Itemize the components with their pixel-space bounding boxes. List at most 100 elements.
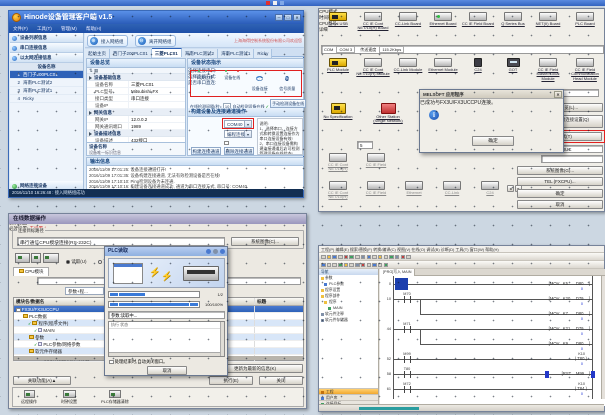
pager-left-button[interactable]: ◂ [507, 185, 514, 192]
toolbar-icon[interactable] [367, 255, 372, 260]
coex-route-ccie-cont[interactable]: CC IE Cont NET/10(H) [321, 181, 355, 200]
auto-close-option[interactable]: 处理结束时,自动关闭窗口。 [109, 359, 167, 365]
ok-button[interactable]: 确定 [517, 189, 603, 198]
mov-instruction[interactable]: MOVK20D79 [549, 296, 590, 301]
minimize-icon[interactable] [206, 249, 211, 254]
coex-route-ccie-field[interactable]: CC IE Field [359, 181, 393, 195]
property-row[interactable]: 网关IP12.0.0.2 [87, 116, 185, 123]
device-row[interactable]: 3海南PLC测试1 [10, 87, 83, 95]
pc-if-ccie-field-board[interactable]: CC IE Field Board [461, 12, 495, 26]
pc-if-plc-board[interactable]: PLC Board [568, 12, 602, 26]
ladder-rung[interactable]: 61 M72 K10 T84 0 [380, 382, 601, 397]
dialog-ok-button[interactable]: 确定 [472, 136, 514, 146]
toolbar-icon[interactable] [389, 255, 394, 260]
menu-bar[interactable]: 工程(P) 编辑(E) 搜索/替换(F) 转换/编译(C) 视图(V) 在线(O… [319, 246, 604, 253]
close-icon[interactable] [220, 249, 225, 254]
contact-symbol[interactable]: T80 [400, 367, 414, 382]
vertical-scrollbar[interactable] [601, 276, 605, 399]
checkbox[interactable] [16, 308, 21, 313]
sidebar-section-device-list[interactable]: 设备列表信息 [10, 33, 83, 43]
toolbar-icon[interactable] [372, 255, 377, 260]
maximize-icon[interactable] [273, 1, 277, 5]
join-network-button[interactable]: ⊕接入网络组 [87, 35, 128, 47]
maximize-button[interactable]: □ [284, 14, 292, 21]
toolbar-icon[interactable] [332, 263, 337, 268]
toolbar-icon[interactable] [378, 263, 383, 268]
toolbar-icon[interactable] [332, 255, 337, 260]
toolbar-icon[interactable] [321, 263, 326, 268]
com-value-field[interactable]: COM 3 [336, 46, 355, 53]
ladder-rung[interactable]: 10 M70 MOVK20D79 0 [380, 292, 601, 307]
coex-route-ethernet[interactable]: Ethernet [397, 181, 431, 195]
clock-setting-item[interactable]: 时钟设置 [61, 390, 77, 405]
plc-if-ccie-field-master[interactable]: CC IE Field Master/Local Module [531, 58, 565, 81]
dialog-titlebar[interactable]: PLC读取 [105, 247, 227, 256]
sidebar-section-serial[interactable]: 串口连接信息 [10, 43, 83, 53]
plc-if-ccie-field-head[interactable]: CC IE Field Communication Head Module [568, 58, 602, 81]
toolbar-icon[interactable] [355, 255, 360, 260]
speed-value-field[interactable]: 115.2Kbps [379, 46, 404, 53]
system-image-button[interactable]: 系统图像(G)... [517, 166, 603, 175]
plc-memory-clear-item[interactable]: PLC存储器清除 [101, 390, 129, 405]
toolbar-icon[interactable] [327, 263, 332, 268]
system-image-button[interactable]: 系统图像(C)... [231, 237, 299, 246]
toolbar-icon[interactable] [406, 255, 411, 260]
property-group[interactable]: 网关信息 [87, 109, 185, 116]
ladder-rung[interactable]: 44 M71 MOVK21D79 0 [380, 322, 601, 337]
ladder-branch[interactable]: MOVK7D80 0 [380, 307, 601, 322]
cancel-button[interactable]: 取消 [517, 200, 603, 209]
pc-if-net2-board[interactable]: NET(II) Board [531, 12, 565, 26]
mov-instruction[interactable]: MOVK9D80 [549, 341, 590, 346]
ladder-canvas[interactable]: 0 MOVK5D80 0 10 M70 MOVK20D79 0 MOVK7D80… [380, 276, 601, 399]
output-log-body[interactable]: 2016/11/09 17:01:25: 设备连接通道打开! 2016/11/0… [87, 166, 303, 191]
horizontal-scrollbar[interactable] [109, 352, 220, 356]
toolbar-icon[interactable] [355, 263, 360, 268]
station-no-specification[interactable]: No Specification [321, 103, 355, 119]
timer-coil[interactable]: T84 [575, 386, 587, 391]
pc-if-cclink-board[interactable]: CC-Link Board [391, 12, 425, 26]
contact-symbol[interactable]: M72 [400, 382, 414, 397]
tab-device-2-active[interactable]: 三菱PLC01 [152, 48, 182, 57]
window-titlebar[interactable]: Hinode设备管理客户端 v1.5 [9, 11, 303, 24]
property-row[interactable]: 接口类型串口连接 [87, 95, 185, 102]
mov-instruction[interactable]: MOVK5D80 [549, 281, 590, 286]
coex-route-cclink[interactable]: CC-Link [435, 181, 469, 195]
tel-fxcpu-button[interactable]: TEL (FXCPU)... [517, 177, 603, 186]
menu-file[interactable]: 文件(F) [13, 26, 28, 31]
timer-coil[interactable]: T80 [575, 356, 587, 361]
route-ccie-cont[interactable]: CC IE Cont NET/10(H) [321, 153, 355, 172]
pc-if-q-series-bus[interactable]: Q Series Bus [496, 12, 530, 26]
menu-help[interactable]: 帮助(H) [86, 26, 101, 31]
coex-route-c24[interactable]: C24 [473, 181, 507, 195]
toolbar-icon[interactable] [367, 263, 372, 268]
toolbar-icon[interactable] [361, 263, 366, 268]
ladder-cursor-cell[interactable] [395, 278, 408, 290]
minimize-button[interactable]: ─ [275, 14, 283, 21]
close-button[interactable]: ✕ [293, 14, 301, 21]
minimize-icon[interactable] [280, 1, 284, 5]
menu-tools[interactable]: 工具(T) [37, 26, 52, 31]
property-row[interactable]: PLC型号Mitsubishi-FX [87, 88, 185, 95]
mode-read[interactable]: 读取(U) [66, 259, 87, 264]
serial-direct-checkbox[interactable] [224, 141, 229, 146]
result-listbox[interactable]: 执行 状态 [108, 321, 225, 357]
device-row[interactable]: 2海南PLC测试2 [10, 79, 83, 87]
toolbar-icon[interactable] [349, 263, 354, 268]
property-group[interactable]: 设备描述信息 [87, 130, 185, 137]
maximize-icon[interactable] [213, 249, 218, 254]
time-check-field[interactable]: 5 [357, 141, 373, 149]
property-row[interactable]: 网关通讯端口1989 [87, 123, 185, 130]
property-row[interactable]: 设备名称三菱PLC01 [87, 81, 185, 88]
close-button[interactable]: 关闭 [259, 376, 303, 385]
property-group[interactable]: 设备基础信息 [87, 74, 185, 81]
toolbar-icon[interactable] [401, 255, 406, 260]
tab-cpu-module[interactable]: CPU模块 [13, 267, 49, 276]
close-icon[interactable]: ✕ [554, 91, 562, 98]
manual-check-button[interactable]: 手动检测设备在线 [270, 99, 306, 108]
contact-symbol[interactable]: M70 [400, 292, 414, 307]
toolbar-icon[interactable] [344, 263, 349, 268]
tab-device-3[interactable]: 海南PLC测试2 [182, 49, 218, 58]
plc-if-plc-module[interactable]: PLC Module [321, 58, 355, 72]
tab-device-1[interactable]: 西门子200PLC01 [110, 49, 152, 58]
toolbar-icon[interactable] [372, 263, 377, 268]
